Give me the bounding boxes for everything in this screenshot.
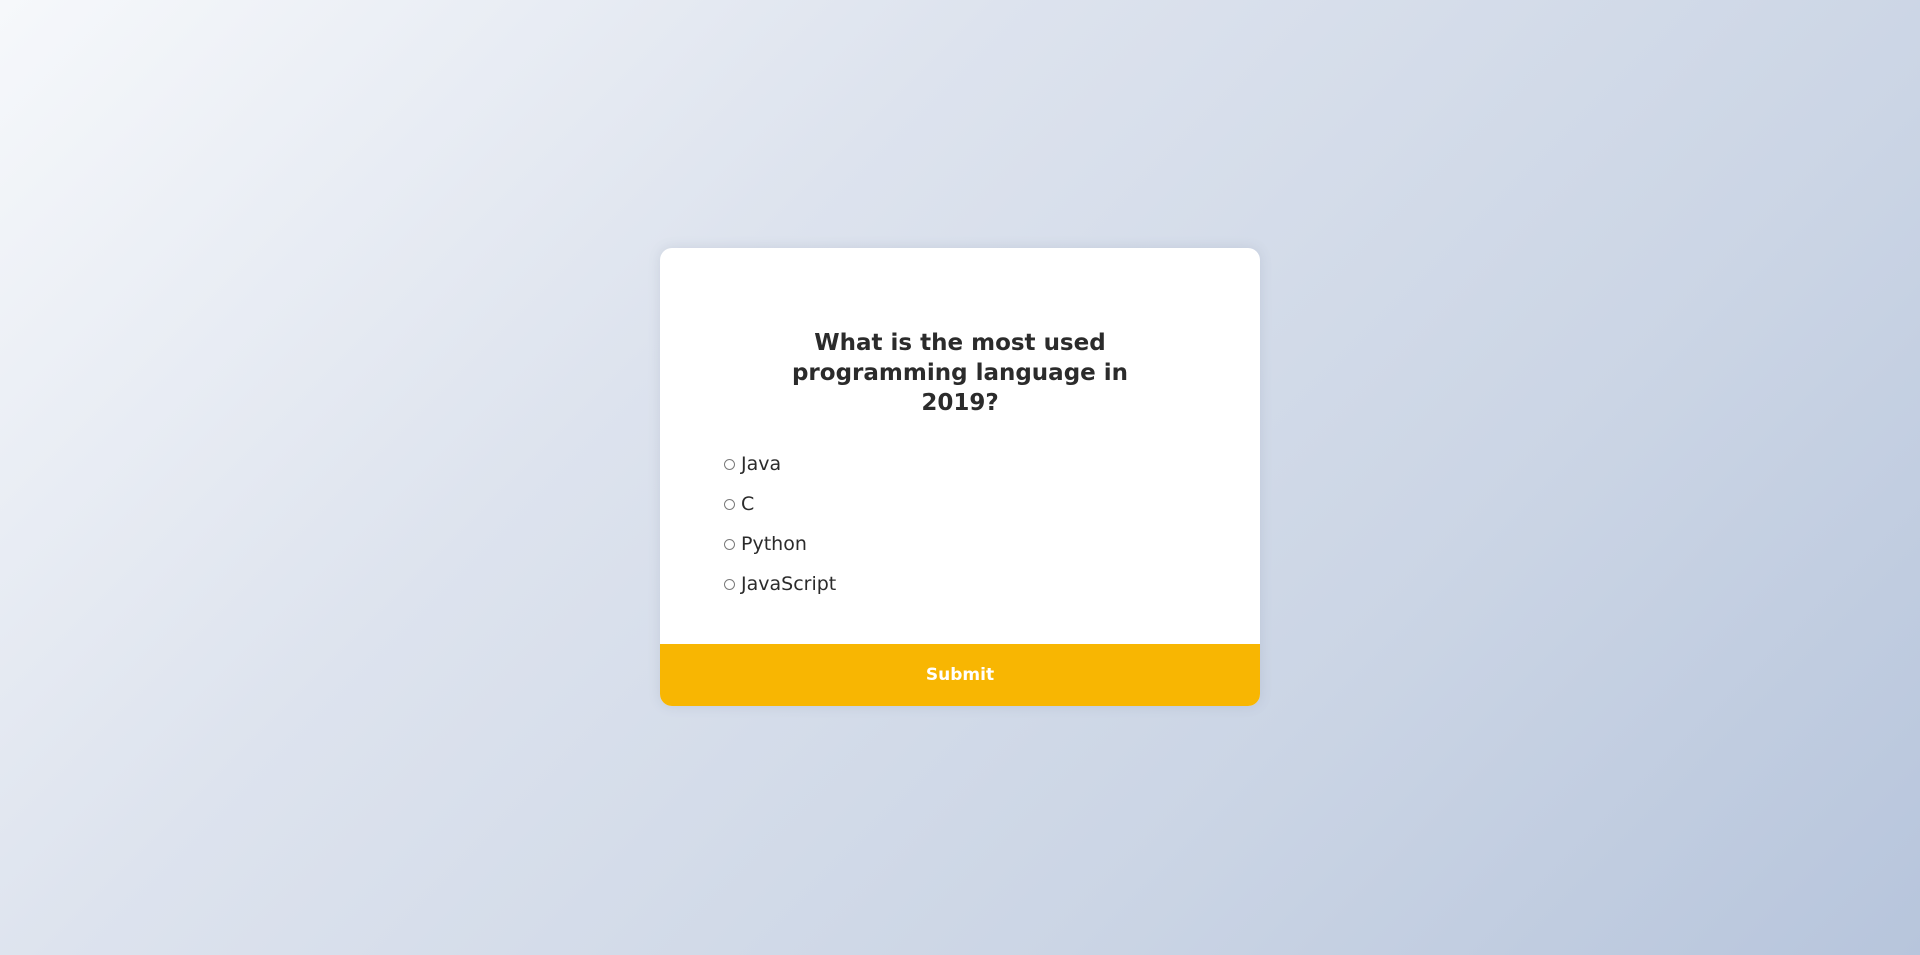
answer-label-javascript[interactable]: JavaScript [741, 573, 836, 595]
question-title: What is the most used programming langua… [791, 330, 1129, 416]
radio-button-c[interactable] [724, 498, 735, 510]
answer-option-javascript[interactable]: JavaScript [724, 564, 1196, 604]
answer-option-c[interactable]: C [724, 484, 1196, 524]
answer-option-python[interactable]: Python [724, 524, 1196, 564]
quiz-body: What is the most used programming langua… [660, 248, 1260, 644]
radio-button-javascript[interactable] [724, 578, 735, 590]
answer-label-python[interactable]: Python [741, 533, 807, 555]
answer-option-java[interactable]: Java [724, 444, 1196, 484]
answer-list: Java C Python JavaScript [724, 444, 1196, 604]
radio-button-python[interactable] [724, 538, 735, 550]
submit-button[interactable]: Submit [660, 644, 1260, 706]
answer-label-c[interactable]: C [741, 493, 754, 515]
radio-button-java[interactable] [724, 458, 735, 470]
quiz-card: What is the most used programming langua… [660, 248, 1260, 706]
answer-label-java[interactable]: Java [741, 453, 781, 475]
